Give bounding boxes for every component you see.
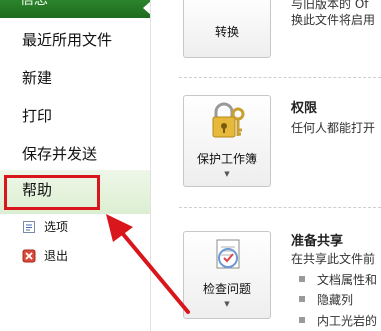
protect-workbook-label: 保护工作簿 (196, 152, 257, 166)
convert-desc: 换此文件将启用 (291, 13, 376, 27)
backstage-content: 与旧版本的 Of 转换 换此文件将启用 保护工作簿 ▼ 权限 任何人都能打开 检… (151, 0, 381, 331)
chevron-down-icon: ▼ (224, 170, 230, 178)
lock-key-icon (210, 102, 246, 146)
permissions-title: 权限 (291, 101, 318, 116)
section-divider (179, 77, 381, 78)
inspect-issues-button[interactable]: 检查问题 ▼ (183, 231, 271, 319)
backstage-sidebar: 信息 最近所用文件 新建 打印 保存并发送 帮助 选项 退出 (0, 0, 151, 331)
exit-label: 退出 (44, 249, 69, 263)
inspect-issues-label: 检查问题 (202, 282, 251, 296)
options-icon (22, 220, 36, 234)
convert-button[interactable]: 转换 (183, 0, 271, 58)
highlight-box (4, 175, 100, 210)
share-bullet-2: 隐藏列 (317, 293, 354, 307)
share-bullet-1: 文档属性和 (317, 273, 378, 287)
bullet-marker (299, 317, 305, 323)
menu-item-recent[interactable]: 最近所用文件 (22, 29, 112, 50)
bullet-marker (299, 276, 305, 282)
tab-info-label: 信息 (20, 0, 48, 8)
options-label: 选项 (44, 220, 69, 234)
share-bullet-3: 内工光岩的 (317, 314, 378, 328)
menu-item-options[interactable]: 选项 (22, 218, 68, 235)
share-desc: 在共享此文件前 (291, 252, 376, 266)
menu-item-save-send[interactable]: 保存并发送 (22, 143, 97, 164)
close-icon (22, 249, 36, 263)
tab-info[interactable]: 信息 (0, 0, 151, 18)
permissions-desc: 任何人都能打开 (291, 121, 376, 135)
menu-item-new[interactable]: 新建 (22, 67, 52, 88)
menu-item-print[interactable]: 打印 (22, 105, 52, 126)
chevron-down-icon: ▼ (224, 300, 230, 308)
bullet-marker (299, 296, 305, 302)
protect-workbook-button[interactable]: 保护工作簿 ▼ (183, 95, 271, 187)
convert-button-label: 转换 (214, 25, 239, 39)
section-divider (179, 207, 381, 208)
inspect-document-icon (212, 238, 244, 276)
share-title: 准备共享 (291, 234, 344, 249)
menu-item-exit[interactable]: 退出 (22, 247, 68, 264)
